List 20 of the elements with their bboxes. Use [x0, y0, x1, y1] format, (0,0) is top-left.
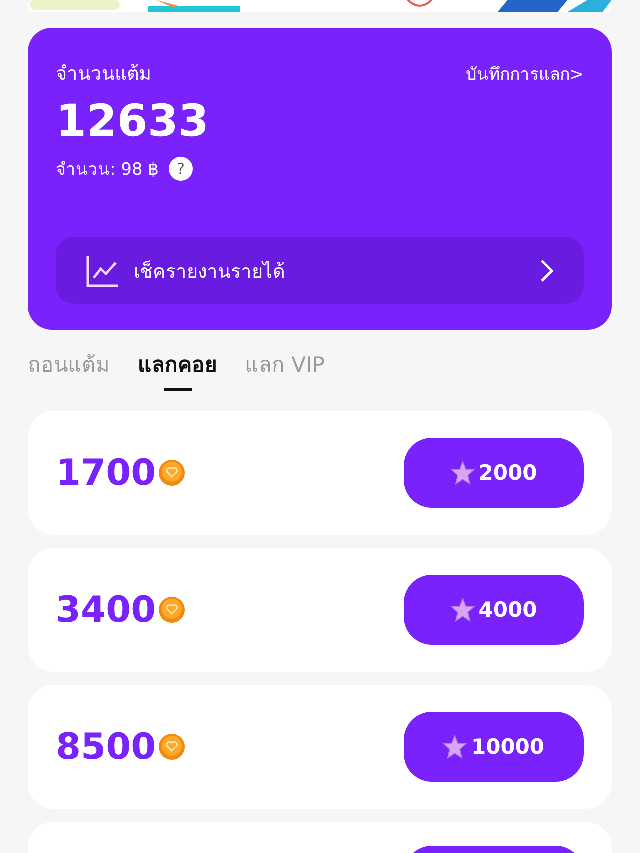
report-button[interactable]: เช็ครายงานรายได้: [56, 237, 584, 304]
points-title: จำนวนแต้ม: [56, 62, 152, 87]
history-link[interactable]: บันทึกการแลก>: [466, 60, 584, 86]
chart-icon: [86, 254, 120, 288]
help-button[interactable]: ?: [168, 156, 193, 180]
points-value: 12633: [56, 96, 210, 147]
star-icon: [450, 598, 475, 622]
coin-amount: 1700: [56, 452, 156, 494]
coin-icon: [158, 733, 186, 761]
star-icon: [443, 735, 468, 759]
exchange-button[interactable]: 10000: [404, 712, 584, 782]
coin-icon: [158, 459, 186, 487]
star-icon: [450, 461, 475, 485]
coin-amount: 3400: [56, 590, 156, 630]
chevron-right-icon: [540, 258, 554, 282]
exchange-button[interactable]: 2000: [404, 438, 584, 508]
exchange-button[interactable]: 4000: [404, 575, 584, 645]
coin-amount: 8500: [56, 726, 156, 768]
amount-text: จำนวน: 98 ฿: [56, 159, 159, 182]
coin-icon: [158, 596, 186, 624]
